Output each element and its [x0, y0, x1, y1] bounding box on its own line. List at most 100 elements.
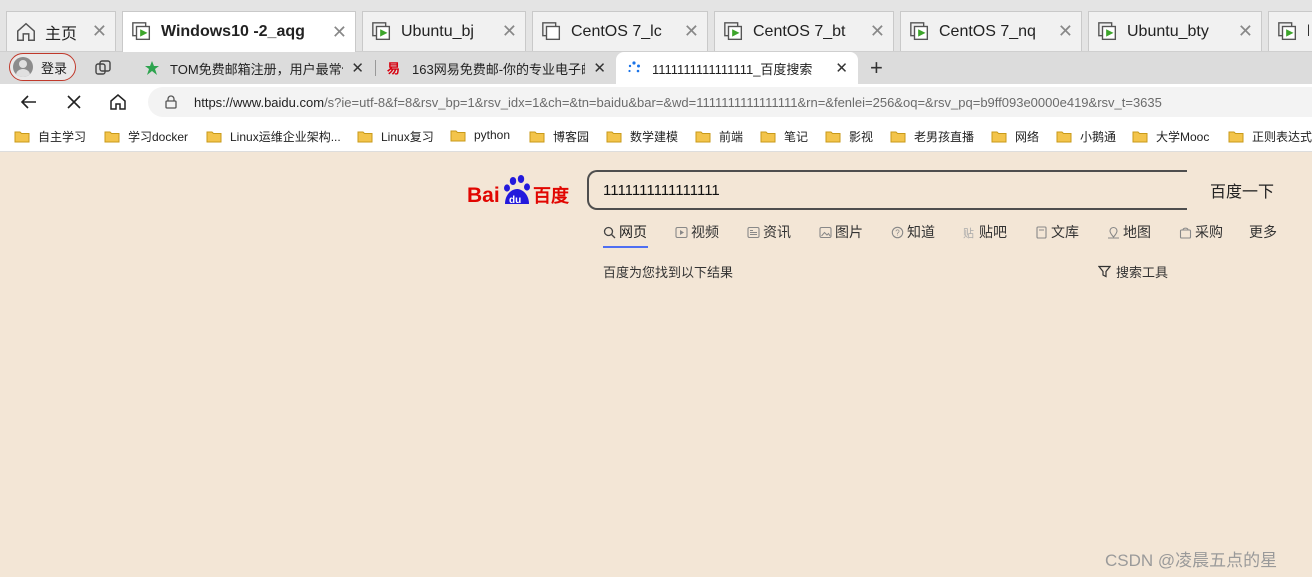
- bookmark-folder[interactable]: 笔记: [760, 128, 808, 145]
- search-tools-button[interactable]: 搜索工具: [1098, 262, 1168, 281]
- vm-icon: [1098, 21, 1117, 40]
- vm-icon: [1278, 21, 1297, 40]
- tab-video[interactable]: 视频: [675, 222, 719, 242]
- login-label: 登录: [41, 60, 68, 76]
- bookmark-folder[interactable]: 小鹅通: [1056, 128, 1116, 145]
- close-icon[interactable]: ✕: [684, 21, 699, 42]
- vm-tab-home[interactable]: 主页 ✕: [6, 11, 116, 51]
- close-icon[interactable]: ✕: [502, 21, 517, 42]
- browser-tab-baidu[interactable]: 1111111111111111_百度搜索 ✕: [616, 52, 858, 84]
- new-tab-button[interactable]: +: [870, 55, 883, 81]
- search-input[interactable]: 1111111111111111: [587, 170, 1187, 210]
- folder-icon: [825, 131, 841, 143]
- vm-tab-ubuntu-bty[interactable]: Ubuntu_bty ✕: [1088, 11, 1262, 51]
- bookmark-folder[interactable]: python: [450, 128, 510, 142]
- folder-icon: [14, 131, 30, 143]
- tab-images[interactable]: 图片: [819, 222, 863, 242]
- tieba-icon: 贴: [963, 226, 974, 239]
- vm-tab-centos-bt[interactable]: CentOS 7_bt ✕: [714, 11, 894, 51]
- tab-label: TOM免费邮箱注册，用户最常使: [170, 61, 344, 77]
- vm-tab-centos-lc[interactable]: CentOS 7_lc ✕: [532, 11, 708, 51]
- svg-text:?: ?: [895, 228, 900, 237]
- vm-tab-label: CentOS 7_lc: [571, 22, 662, 40]
- search-query: 1111111111111111: [603, 181, 720, 199]
- bookmark-folder[interactable]: 数学建模: [606, 128, 678, 145]
- tab-zhidao[interactable]: ? 知道: [891, 222, 935, 242]
- home-icon: [110, 94, 126, 110]
- close-icon[interactable]: ✕: [870, 21, 885, 42]
- browser-tab-163[interactable]: 易 163网易免费邮-你的专业电子邮局 ✕: [376, 52, 616, 84]
- home-button[interactable]: [106, 90, 130, 114]
- address-bar-row: https://www.baidu.com/s?ie=utf-8&f=8&rsv…: [0, 84, 1312, 120]
- close-icon[interactable]: ✕: [92, 21, 107, 42]
- browser-tab-tom[interactable]: TOM免费邮箱注册，用户最常使 ✕: [134, 52, 374, 84]
- paw-icon: du: [504, 175, 530, 206]
- close-icon[interactable]: ✕: [1238, 21, 1253, 42]
- image-icon: [819, 226, 832, 238]
- bookmark-folder[interactable]: 自主学习: [14, 128, 86, 145]
- vm-tab-label: 主页: [45, 25, 78, 43]
- close-icon[interactable]: ✕: [1058, 21, 1073, 42]
- vm-tab-windows10[interactable]: Windows10 -2_aqg ✕: [122, 11, 356, 52]
- baidu-logo[interactable]: Bai du 百度: [467, 174, 573, 208]
- bookmark-folder[interactable]: Linux运维企业架构...: [206, 128, 341, 145]
- bookmark-folder[interactable]: 博客园: [529, 128, 589, 145]
- tab-wenku[interactable]: 文库: [1035, 222, 1079, 242]
- svg-text:易: 易: [387, 62, 400, 76]
- stop-button[interactable]: [62, 90, 86, 114]
- avatar-icon: [13, 57, 33, 77]
- svg-text:贴: 贴: [963, 226, 974, 239]
- close-icon[interactable]: ✕: [351, 59, 364, 77]
- bookmark-folder[interactable]: 正则表达式: [1228, 128, 1312, 145]
- bookmark-folder[interactable]: 大学Mooc: [1132, 128, 1209, 145]
- result-count-text: 百度为您找到以下结果: [603, 265, 734, 280]
- lock-icon: [165, 95, 177, 109]
- tab-tieba[interactable]: 贴 贴吧: [963, 222, 1007, 242]
- url-path: /s?ie=utf-8&f=8&rsv_bp=1&rsv_idx=1&ch=&t…: [324, 94, 1162, 110]
- tab-more[interactable]: 更多: [1249, 222, 1277, 242]
- workspaces-icon[interactable]: [94, 59, 112, 77]
- search-button[interactable]: 百度一下: [1187, 170, 1297, 210]
- bookmark-folder[interactable]: 网络: [991, 128, 1039, 145]
- vm-icon: [372, 21, 391, 40]
- 163-favicon: 易: [387, 62, 400, 76]
- filter-icon: [1098, 265, 1111, 278]
- watermark: CSDN @凌晨五点的星: [1105, 551, 1278, 570]
- vm-tab-ubuntu-bj[interactable]: Ubuntu_bj ✕: [362, 11, 526, 51]
- bookmark-folder[interactable]: 前端: [695, 128, 743, 145]
- back-button[interactable]: [17, 90, 41, 114]
- login-button[interactable]: 登录: [9, 53, 76, 81]
- loading-spinner-icon: [628, 61, 640, 73]
- folder-icon: [529, 131, 545, 143]
- video-icon: [675, 226, 688, 238]
- bookmark-folder[interactable]: Linux复习: [357, 128, 434, 145]
- vm-off-icon: [542, 21, 561, 40]
- vm-icon: [910, 21, 929, 40]
- news-icon: [747, 226, 760, 238]
- vm-tab-label: CentOS 7_nq: [939, 22, 1036, 40]
- tab-map[interactable]: 地图: [1107, 222, 1151, 242]
- tab-news[interactable]: 资讯: [747, 222, 791, 242]
- bookmark-folder[interactable]: 老男孩直播: [890, 128, 974, 145]
- vm-icon: [724, 21, 743, 40]
- close-icon[interactable]: ✕: [593, 59, 606, 77]
- vm-tab-label: CentOS 7_bt: [753, 22, 846, 40]
- tab-purchase[interactable]: 采购: [1179, 222, 1223, 242]
- vm-tab-strip: 主页 ✕ Windows10 -2_aqg ✕ Ubuntu_bj ✕ Cent…: [0, 0, 1312, 52]
- tab-web[interactable]: 网页: [603, 222, 647, 242]
- folder-icon: [695, 131, 711, 143]
- vm-tab-label: k: [1307, 23, 1309, 41]
- logo-text-du: du: [509, 195, 521, 206]
- logo-text-baidu-cn: 百度: [533, 185, 570, 207]
- vm-icon: [132, 22, 151, 41]
- close-icon[interactable]: ✕: [835, 59, 848, 77]
- folder-icon: [206, 131, 222, 143]
- bookmark-folder[interactable]: 影视: [825, 128, 873, 145]
- url-input[interactable]: https://www.baidu.com/s?ie=utf-8&f=8&rsv…: [148, 87, 1312, 117]
- bookmark-folder[interactable]: 学习docker: [104, 128, 188, 145]
- vm-tab-centos-nq[interactable]: CentOS 7_nq ✕: [900, 11, 1082, 51]
- bookmarks-bar: 自主学习 学习docker Linux运维企业架构... Linux复习 pyt…: [0, 120, 1312, 152]
- arrow-left-icon: [20, 95, 36, 109]
- close-icon[interactable]: ✕: [332, 22, 347, 43]
- vm-tab-k[interactable]: k: [1268, 11, 1312, 51]
